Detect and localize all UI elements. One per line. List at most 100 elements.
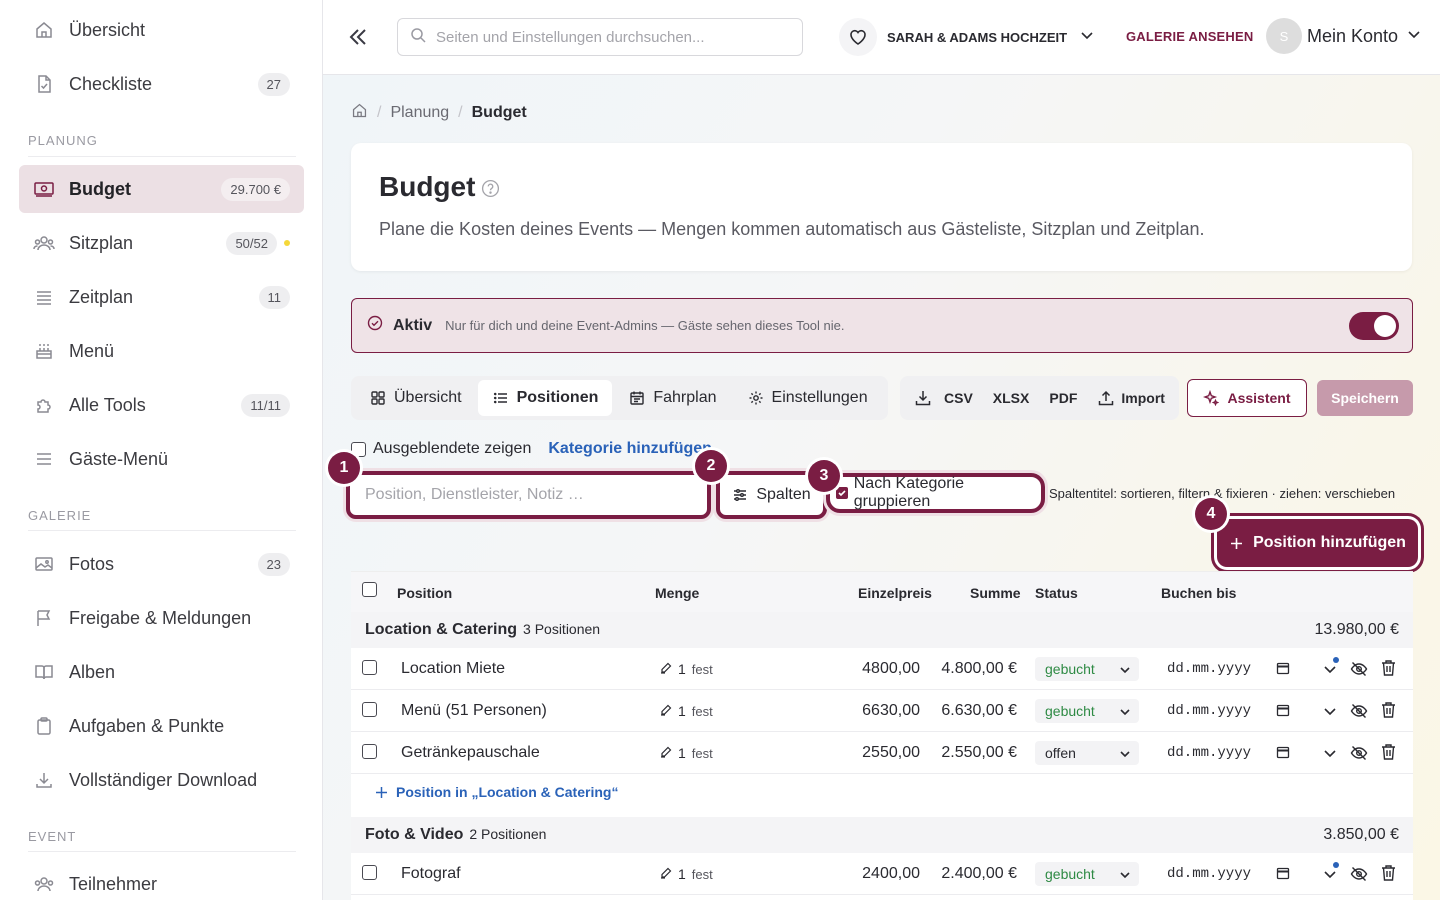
book-by-date[interactable]: dd.mm.yyyy — [1167, 703, 1251, 719]
collapse-sidebar-icon[interactable] — [345, 24, 371, 50]
breadcrumb-separator: / — [377, 104, 382, 121]
calendar-icon[interactable] — [1276, 661, 1290, 680]
hide-icon[interactable] — [1350, 744, 1368, 767]
export-xlsx-button[interactable]: XLSX — [983, 380, 1040, 416]
col-buchen-bis[interactable]: Buchen bis — [1161, 585, 1236, 601]
status-select[interactable]: offen — [1035, 741, 1139, 765]
select-all-checkbox[interactable] — [362, 582, 377, 597]
sidebar-item-alle-tools[interactable]: Alle Tools 11/11 — [19, 381, 304, 429]
add-category-link[interactable]: Kategorie hinzufügen — [548, 440, 712, 458]
status-select[interactable]: gebucht — [1035, 657, 1139, 681]
unit-price[interactable]: 6630,00 — [862, 702, 920, 720]
trash-icon[interactable] — [1380, 864, 1397, 887]
event-selector[interactable]: SARAH & ADAMS HOCHZEIT — [839, 17, 1095, 57]
sidebar-item-uebersicht[interactable]: Übersicht — [19, 6, 304, 54]
position-name[interactable]: Getränkepauschale — [401, 744, 540, 762]
unit-price[interactable]: 2400,00 — [862, 865, 920, 883]
col-position[interactable]: Position — [397, 585, 452, 601]
edit-icon — [660, 704, 672, 719]
filter-input[interactable] — [365, 486, 685, 504]
help-icon[interactable] — [481, 179, 500, 198]
breadcrumb-planung[interactable]: Planung — [390, 104, 449, 122]
table-row[interactable]: Getränkepauschale 1 fest 2550,00 2.550,00… — [351, 732, 1413, 774]
group-by-category-toggle[interactable]: Nach Kategorie gruppieren — [826, 473, 1045, 513]
tab-positionen[interactable]: Positionen — [477, 380, 613, 416]
calendar-icon[interactable] — [1276, 866, 1290, 885]
quantity-cell[interactable]: 1 fest — [660, 745, 713, 761]
import-button[interactable]: Import — [1087, 380, 1175, 416]
book-by-date[interactable]: dd.mm.yyyy — [1167, 866, 1251, 882]
calendar-icon[interactable] — [1276, 703, 1290, 722]
tab-uebersicht[interactable]: Übersicht — [355, 380, 476, 416]
count-badge: 27 — [257, 72, 290, 96]
quantity-cell[interactable]: 1 fest — [660, 661, 713, 677]
sidebar-item-alben[interactable]: Alben — [19, 648, 304, 696]
account-menu[interactable]: S Mein Konto — [1266, 18, 1422, 54]
assistant-button[interactable]: Assistent — [1187, 379, 1307, 417]
sidebar-item-gaeste-menue[interactable]: Gäste-Menü — [19, 435, 304, 483]
search-input[interactable] — [436, 28, 796, 46]
sidebar-item-label: Alben — [69, 661, 116, 682]
unit-price[interactable]: 4800,00 — [862, 660, 920, 678]
save-button[interactable]: Speichern — [1317, 380, 1413, 416]
add-position-in-category-link[interactable]: Position in „Location & Catering“ — [375, 784, 618, 800]
sidebar-item-fotos[interactable]: Fotos 23 — [19, 540, 304, 588]
sidebar-item-freigabe[interactable]: Freigabe & Meldungen — [19, 594, 304, 642]
sidebar-item-menue[interactable]: Menü — [19, 327, 304, 375]
unit-price[interactable]: 2550,00 — [862, 744, 920, 762]
filter-box[interactable] — [346, 471, 711, 519]
col-einzelpreis[interactable]: Einzelpreis — [858, 585, 932, 601]
col-summe[interactable]: Summe — [970, 585, 1021, 601]
sidebar-item-download[interactable]: Vollständiger Download — [19, 756, 304, 804]
active-toggle[interactable] — [1349, 312, 1399, 340]
trash-icon[interactable] — [1380, 701, 1397, 724]
row-checkbox[interactable] — [362, 660, 377, 675]
status-select[interactable]: gebucht — [1035, 862, 1139, 886]
sidebar-item-checkliste[interactable]: Checkliste 27 — [19, 60, 304, 108]
export-csv-button[interactable]: CSV — [904, 380, 983, 416]
row-checkbox[interactable] — [362, 702, 377, 717]
hide-icon[interactable] — [1350, 702, 1368, 725]
sidebar-item-sitzplan[interactable]: Sitzplan 50/52 — [19, 219, 304, 267]
trash-icon[interactable] — [1380, 743, 1397, 766]
sidebar-item-budget[interactable]: Budget 29.700 € — [19, 165, 304, 213]
position-name[interactable]: Location Miete — [401, 660, 505, 678]
table-row[interactable]: Fotograf 1 fest 2400,00 2.400,00 € gebuch… — [351, 853, 1413, 895]
tab-fahrplan[interactable]: Fahrplan — [614, 380, 730, 416]
col-menge[interactable]: Menge — [655, 585, 699, 601]
trash-icon[interactable] — [1380, 659, 1397, 682]
sidebar-item-zeitplan[interactable]: Zeitplan 11 — [19, 273, 304, 321]
group-row[interactable]: Location & Catering 3 Positionen 13.980,0… — [351, 612, 1413, 648]
quantity-cell[interactable]: 1 fest — [660, 866, 713, 882]
home-icon[interactable] — [351, 102, 368, 124]
expand-chevron-icon[interactable] — [1322, 745, 1338, 766]
position-name[interactable]: Menü (51 Personen) — [401, 702, 547, 720]
add-position-button[interactable]: Position hinzufügen — [1217, 519, 1418, 567]
row-checkbox[interactable] — [362, 744, 377, 759]
calendar-icon[interactable] — [1276, 745, 1290, 764]
avatar: S — [1266, 18, 1302, 54]
hide-icon[interactable] — [1350, 660, 1368, 683]
group-row[interactable]: Foto & Video 2 Positionen 3.850,00 € — [351, 817, 1413, 853]
book-by-date[interactable]: dd.mm.yyyy — [1167, 745, 1251, 761]
col-status[interactable]: Status — [1035, 585, 1078, 601]
search-box[interactable] — [397, 18, 803, 56]
sidebar-item-teilnehmer[interactable]: Teilnehmer — [19, 860, 304, 900]
row-checkbox[interactable] — [362, 865, 377, 880]
sidebar-item-aufgaben[interactable]: Aufgaben & Punkte — [19, 702, 304, 750]
status-select[interactable]: gebucht — [1035, 699, 1139, 723]
group-name: Foto & Video 2 Positionen — [365, 826, 546, 844]
expand-chevron-icon[interactable] — [1322, 657, 1339, 682]
view-gallery-link[interactable]: GALERIE ANSEHEN — [1126, 29, 1253, 44]
expand-chevron-icon[interactable] — [1322, 703, 1338, 724]
export-pdf-button[interactable]: PDF — [1039, 380, 1087, 416]
tab-einstellungen[interactable]: Einstellungen — [733, 380, 882, 416]
hide-icon[interactable] — [1350, 865, 1368, 888]
quantity-cell[interactable]: 1 fest — [660, 703, 713, 719]
book-by-date[interactable]: dd.mm.yyyy — [1167, 661, 1251, 677]
table-row[interactable]: Menü (51 Personen) 1 fest 6630,00 6.630,0… — [351, 690, 1413, 732]
position-name[interactable]: Fotograf — [401, 865, 461, 883]
expand-chevron-icon[interactable] — [1322, 862, 1339, 887]
table-row[interactable]: Location Miete 1 fest 4800,00 4.800,00 € … — [351, 648, 1413, 690]
group-by-category-label: Nach Kategorie gruppieren — [853, 475, 965, 510]
